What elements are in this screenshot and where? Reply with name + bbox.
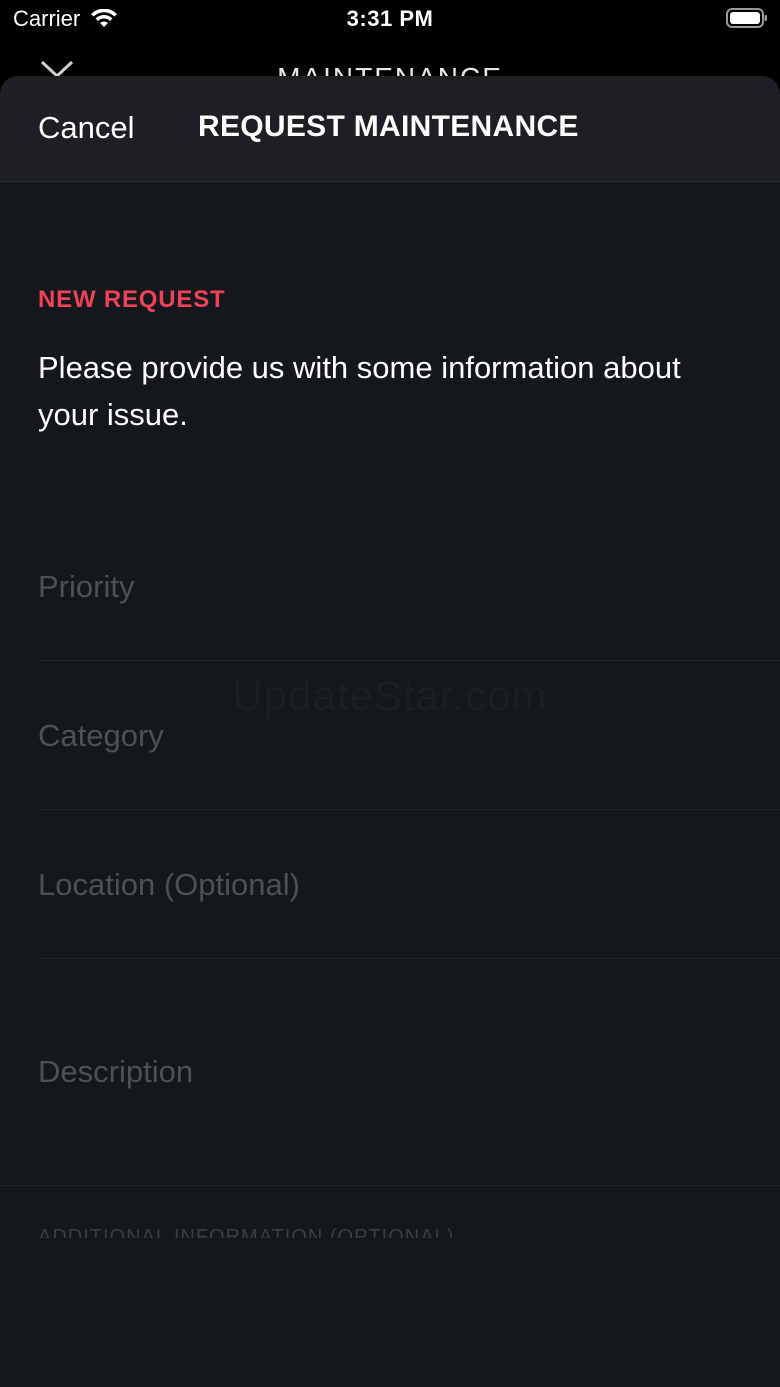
divider: [38, 809, 780, 810]
background-screen: MAINTENANCE: [0, 40, 780, 80]
battery-icon: [726, 8, 767, 28]
description-field[interactable]: Description: [38, 1054, 780, 1090]
additional-info-label: ADDITIONAL INFORMATION (OPTIONAL): [38, 1226, 455, 1238]
intro-text: Please provide us with some information …: [38, 350, 681, 432]
cancel-button[interactable]: Cancel: [38, 110, 135, 146]
priority-field[interactable]: Priority: [38, 569, 780, 605]
status-time: 3:31 PM: [346, 6, 434, 31]
navigation-bar: Cancel REQUEST MAINTENANCE: [0, 76, 780, 182]
section-label: NEW REQUEST: [38, 286, 226, 313]
category-field[interactable]: Category: [38, 718, 780, 754]
divider: [38, 660, 780, 661]
watermark: UpdateStar.com: [232, 672, 548, 719]
request-maintenance-sheet: Cancel REQUEST MAINTENANCE NEW REQUEST P…: [0, 76, 780, 1387]
page-title: REQUEST MAINTENANCE: [198, 110, 579, 143]
location-field[interactable]: Location (Optional): [38, 867, 780, 903]
divider: [38, 958, 780, 959]
status-bar: Carrier 3:31 PM: [0, 0, 780, 40]
divider: [0, 1185, 780, 1186]
